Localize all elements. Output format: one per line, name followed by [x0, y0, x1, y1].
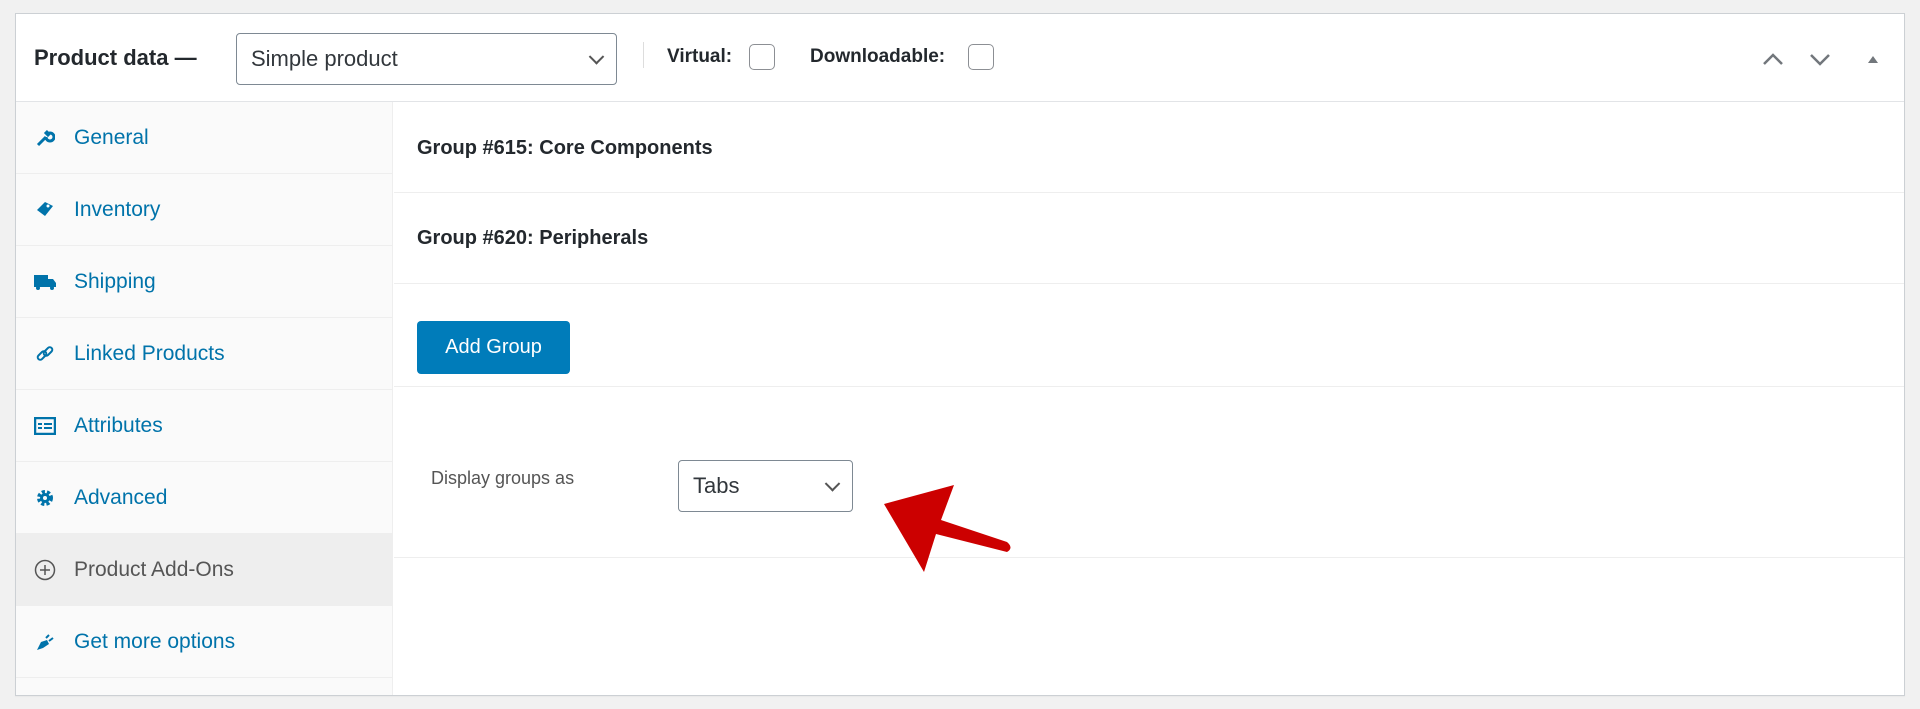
move-down-icon[interactable] [1805, 44, 1835, 74]
sidebar-item-attributes[interactable]: Attributes [16, 390, 392, 462]
panel-header: Product data — Simple product Virtual: D… [16, 14, 1904, 102]
product-data-panel: Product data — Simple product Virtual: D… [15, 13, 1905, 696]
sidebar-item-general[interactable]: General [16, 102, 392, 174]
display-groups-select[interactable]: Tabs [678, 460, 853, 512]
sidebar-item-label: Attributes [74, 413, 163, 437]
group-title: Group #620: Peripherals [417, 227, 649, 249]
display-settings-row [394, 387, 1904, 558]
sidebar-item-label: Get more options [74, 629, 236, 653]
add-ons-content: Group #615: Core Components Group #620: … [394, 102, 1904, 695]
annotation-arrow-icon [884, 485, 1011, 572]
chevron-down-icon [588, 49, 605, 65]
tag-icon [34, 199, 56, 221]
sidebar-item-label: Advanced [74, 485, 168, 509]
virtual-label: Virtual: [667, 46, 733, 67]
chevron-down-icon [824, 476, 841, 492]
sidebar-item-label: Product Add-Ons [74, 557, 234, 581]
add-group-button[interactable]: Add Group [417, 321, 570, 374]
list-icon [34, 415, 56, 437]
sidebar: General Inventory Shipping Linked Produc… [16, 102, 393, 695]
downloadable-label: Downloadable: [810, 46, 946, 67]
downloadable-checkbox[interactable] [968, 44, 994, 70]
sidebar-item-label: General [74, 125, 149, 149]
sidebar-item-get-more-options[interactable]: Get more options [16, 606, 392, 678]
virtual-checkbox[interactable] [749, 44, 775, 70]
product-type-select[interactable]: Simple product [236, 33, 617, 85]
divider [643, 42, 644, 68]
collapse-toggle-icon[interactable] [1858, 44, 1888, 74]
sidebar-item-inventory[interactable]: Inventory [16, 174, 392, 246]
group-title: Group #615: Core Components [417, 137, 713, 159]
display-groups-label: Display groups as [431, 468, 575, 488]
add-group-row [394, 284, 1904, 387]
sidebar-item-shipping[interactable]: Shipping [16, 246, 392, 318]
sidebar-item-label: Shipping [74, 269, 156, 293]
sidebar-item-product-add-ons[interactable]: Product Add-Ons [16, 534, 392, 606]
sidebar-item-label: Linked Products [74, 341, 225, 365]
link-icon [34, 343, 56, 365]
plug-icon [34, 631, 56, 653]
product-type-value: Simple product [251, 46, 398, 71]
move-up-icon[interactable] [1758, 44, 1788, 74]
group-row[interactable]: Group #615: Core Components [394, 102, 1904, 193]
truck-icon [34, 271, 56, 293]
display-groups-value: Tabs [693, 473, 740, 498]
sidebar-item-label: Inventory [74, 197, 161, 221]
sidebar-item-linked-products[interactable]: Linked Products [16, 318, 392, 390]
gear-icon [34, 487, 56, 509]
wrench-icon [34, 127, 56, 149]
sidebar-item-advanced[interactable]: Advanced [16, 462, 392, 534]
group-row[interactable]: Group #620: Peripherals [394, 193, 1904, 284]
panel-title: Product data — [34, 44, 197, 70]
plus-circle-icon [34, 559, 56, 581]
